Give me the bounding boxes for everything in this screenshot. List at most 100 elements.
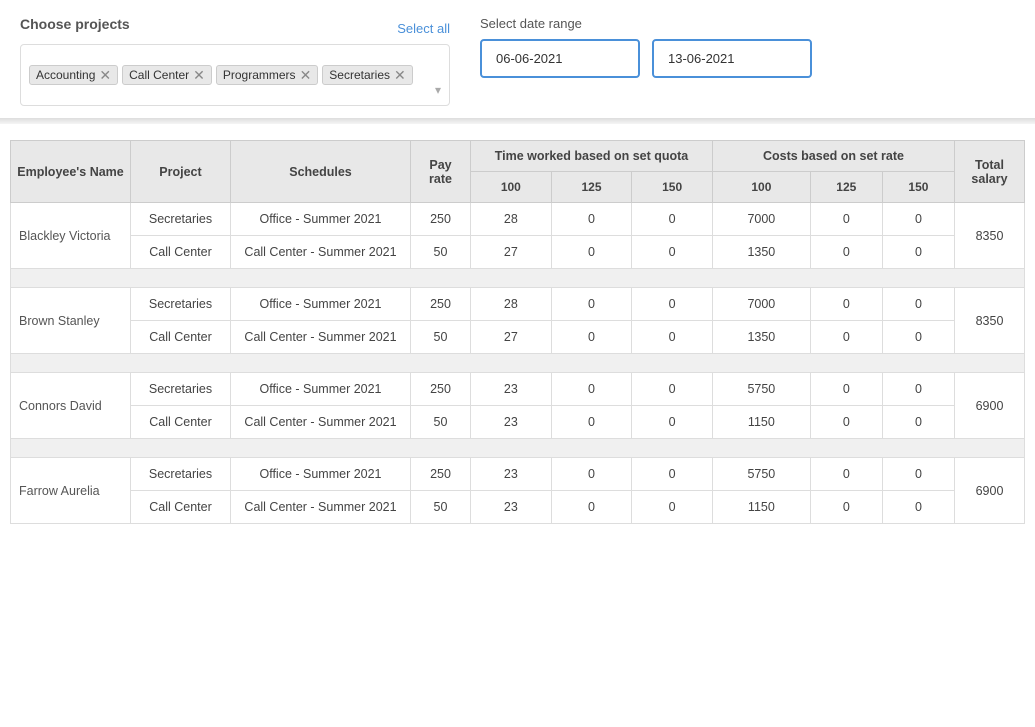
tw-125-cell: 0 (551, 406, 632, 439)
pay-rate-cell: 50 (411, 321, 471, 354)
th-tw-125: 125 (551, 172, 632, 203)
table-row: Brown StanleySecretariesOffice - Summer … (11, 288, 1025, 321)
spacer-row (11, 439, 1025, 458)
tw-125-cell: 0 (551, 321, 632, 354)
date-section: Select date range (480, 16, 812, 78)
tw-125-cell: 0 (551, 373, 632, 406)
select-all-button[interactable]: Select all (397, 21, 450, 36)
tw-100-cell: 27 (471, 236, 552, 269)
table-wrapper: Employee's Name Project Schedules Pay ra… (0, 124, 1035, 540)
th-pay-rate: Pay rate (411, 141, 471, 203)
table-row: Call CenterCall Center - Summer 20215027… (11, 236, 1025, 269)
c-125-cell: 0 (810, 203, 882, 236)
th-tw-100: 100 (471, 172, 552, 203)
employee-name-cell: Blackley Victoria (11, 203, 131, 269)
employee-name-cell: Connors David (11, 373, 131, 439)
tw-100-cell: 28 (471, 203, 552, 236)
tw-150-cell: 0 (632, 373, 713, 406)
total-salary-cell: 8350 (955, 288, 1025, 354)
tw-125-cell: 0 (551, 203, 632, 236)
c-100-cell: 1350 (712, 321, 810, 354)
table-row: Call CenterCall Center - Summer 20215023… (11, 491, 1025, 524)
th-c-150: 150 (882, 172, 954, 203)
project-cell: Call Center (131, 406, 231, 439)
table-row: Farrow AureliaSecretariesOffice - Summer… (11, 458, 1025, 491)
c-150-cell: 0 (882, 373, 954, 406)
tags-input[interactable]: Accounting ✕ Call Center ✕ Programmers ✕… (20, 44, 450, 106)
schedule-cell: Office - Summer 2021 (231, 203, 411, 236)
tw-100-cell: 28 (471, 288, 552, 321)
th-project: Project (131, 141, 231, 203)
th-schedules: Schedules (231, 141, 411, 203)
project-label-row: Choose projects Select all (20, 16, 450, 40)
tw-150-cell: 0 (632, 458, 713, 491)
total-salary-cell: 6900 (955, 458, 1025, 524)
c-150-cell: 0 (882, 203, 954, 236)
project-cell: Secretaries (131, 203, 231, 236)
c-150-cell: 0 (882, 406, 954, 439)
project-cell: Call Center (131, 321, 231, 354)
c-125-cell: 0 (810, 373, 882, 406)
tw-150-cell: 0 (632, 321, 713, 354)
spacer-row (11, 354, 1025, 373)
pay-rate-cell: 50 (411, 491, 471, 524)
main-table: Employee's Name Project Schedules Pay ra… (10, 140, 1025, 524)
tw-125-cell: 0 (551, 458, 632, 491)
table-body: Blackley VictoriaSecretariesOffice - Sum… (11, 203, 1025, 524)
date-inputs (480, 39, 812, 78)
project-selector: Choose projects Select all Accounting ✕ … (20, 16, 450, 106)
pay-rate-cell: 250 (411, 288, 471, 321)
top-section: Choose projects Select all Accounting ✕ … (0, 0, 1035, 118)
c-100-cell: 5750 (712, 458, 810, 491)
th-employee-name: Employee's Name (11, 141, 131, 203)
table-row: Connors DavidSecretariesOffice - Summer … (11, 373, 1025, 406)
tw-100-cell: 23 (471, 373, 552, 406)
c-125-cell: 0 (810, 236, 882, 269)
tw-150-cell: 0 (632, 203, 713, 236)
pay-rate-cell: 250 (411, 373, 471, 406)
tag-secretaries-close[interactable]: ✕ (394, 68, 406, 82)
tw-150-cell: 0 (632, 288, 713, 321)
th-costs-group: Costs based on set rate (712, 141, 954, 172)
schedule-cell: Call Center - Summer 2021 (231, 236, 411, 269)
table-row: Call CenterCall Center - Summer 20215027… (11, 321, 1025, 354)
project-cell: Secretaries (131, 373, 231, 406)
date-start-input[interactable] (480, 39, 640, 78)
project-cell: Secretaries (131, 288, 231, 321)
schedule-cell: Call Center - Summer 2021 (231, 406, 411, 439)
c-100-cell: 7000 (712, 203, 810, 236)
tw-100-cell: 23 (471, 491, 552, 524)
tw-125-cell: 0 (551, 491, 632, 524)
choose-projects-label: Choose projects (20, 16, 130, 32)
dropdown-arrow-icon[interactable]: ▾ (435, 83, 441, 97)
pay-rate-cell: 50 (411, 406, 471, 439)
c-100-cell: 1350 (712, 236, 810, 269)
pay-rate-cell: 250 (411, 458, 471, 491)
spacer-row (11, 269, 1025, 288)
tw-150-cell: 0 (632, 491, 713, 524)
tw-100-cell: 27 (471, 321, 552, 354)
th-c-100: 100 (712, 172, 810, 203)
tag-programmers: Programmers ✕ (216, 65, 318, 85)
c-125-cell: 0 (810, 288, 882, 321)
tag-accounting: Accounting ✕ (29, 65, 118, 85)
tw-125-cell: 0 (551, 288, 632, 321)
tw-100-cell: 23 (471, 458, 552, 491)
tag-programmers-close[interactable]: ✕ (300, 68, 312, 82)
project-cell: Call Center (131, 236, 231, 269)
date-range-label: Select date range (480, 16, 812, 31)
tag-accounting-close[interactable]: ✕ (99, 68, 111, 82)
employee-name-cell: Farrow Aurelia (11, 458, 131, 524)
c-125-cell: 0 (810, 321, 882, 354)
c-100-cell: 1150 (712, 406, 810, 439)
schedule-cell: Call Center - Summer 2021 (231, 321, 411, 354)
tag-callcenter-close[interactable]: ✕ (193, 68, 205, 82)
table-row: Blackley VictoriaSecretariesOffice - Sum… (11, 203, 1025, 236)
tw-150-cell: 0 (632, 406, 713, 439)
c-100-cell: 1150 (712, 491, 810, 524)
c-150-cell: 0 (882, 491, 954, 524)
date-end-input[interactable] (652, 39, 812, 78)
c-125-cell: 0 (810, 406, 882, 439)
header-row-1: Employee's Name Project Schedules Pay ra… (11, 141, 1025, 172)
c-150-cell: 0 (882, 236, 954, 269)
